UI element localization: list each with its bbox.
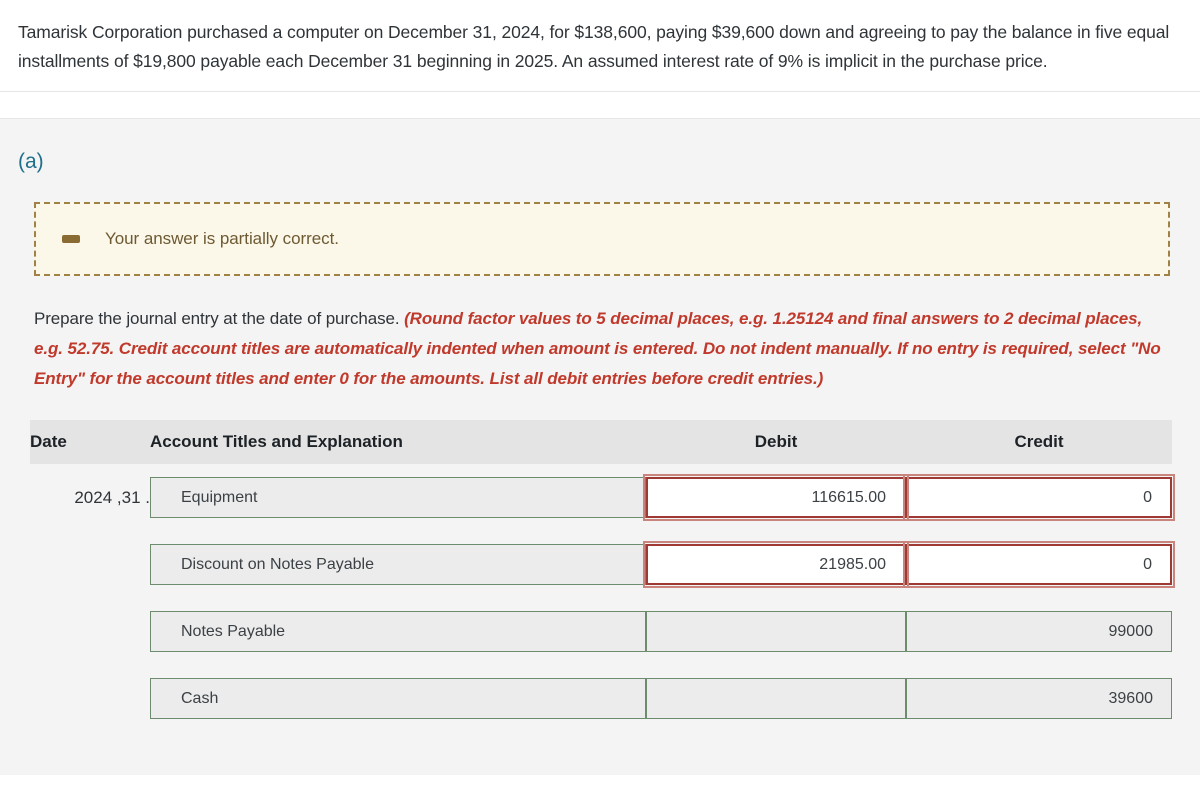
debit-cell-2	[643, 531, 909, 598]
entry-date-4	[30, 665, 150, 732]
problem-text: Tamarisk Corporation purchased a compute…	[18, 22, 1170, 71]
entry-date-1: . 31, 2024	[74, 487, 150, 507]
account-cell-4	[150, 665, 646, 732]
debit-amount-input-1[interactable]	[643, 474, 909, 521]
account-cell-3	[150, 598, 646, 665]
account-title-input-1[interactable]	[150, 477, 646, 518]
partially-correct-alert: Your answer is partially correct.	[34, 202, 1170, 276]
table-header-row: Date Account Titles and Explanation Debi…	[30, 420, 1172, 464]
debit-amount-input-2[interactable]	[643, 541, 909, 588]
debit-amount-input-4[interactable]	[646, 678, 906, 719]
problem-statement-section: Tamarisk Corporation purchased a compute…	[0, 0, 1200, 86]
table-row	[30, 598, 1172, 665]
column-header-credit: Credit	[906, 420, 1172, 464]
alert-message: Your answer is partially correct.	[105, 229, 339, 248]
part-label: (a)	[18, 150, 44, 173]
credit-amount-input-3[interactable]	[906, 611, 1172, 652]
account-title-input-3[interactable]	[150, 611, 646, 652]
credit-amount-input-4[interactable]	[906, 678, 1172, 719]
credit-cell-2	[903, 531, 1175, 598]
credit-amount-input-2[interactable]	[903, 541, 1175, 588]
white-spacer	[0, 92, 1200, 118]
table-header: Date Account Titles and Explanation Debi…	[30, 420, 1172, 464]
column-header-date: Date	[30, 420, 150, 464]
alert-wrapper: Your answer is partially correct.	[0, 172, 1200, 276]
credit-amount-input-1[interactable]	[903, 474, 1175, 521]
account-title-input-2[interactable]	[150, 544, 646, 585]
journal-entry-table-wrapper: Date Account Titles and Explanation Debi…	[30, 394, 1175, 732]
debit-cell-4	[646, 665, 906, 732]
account-cell-1	[150, 464, 646, 531]
debit-amount-input-3[interactable]	[646, 611, 906, 652]
debit-cell-3	[646, 598, 906, 665]
debit-cell-1	[643, 464, 909, 531]
table-row	[30, 665, 1172, 732]
partial-minus-icon	[62, 235, 80, 243]
entry-date-2	[30, 531, 150, 598]
instructions-main-text: Prepare the journal entry at the date of…	[34, 309, 400, 328]
table-row: . 31, 2024	[30, 464, 1175, 531]
account-title-input-4[interactable]	[150, 678, 646, 719]
credit-cell-3	[906, 598, 1172, 665]
instructions-block: Prepare the journal entry at the date of…	[0, 276, 1200, 394]
entry-date-3	[30, 598, 150, 665]
credit-cell-1	[903, 464, 1175, 531]
column-header-account: Account Titles and Explanation	[150, 420, 646, 464]
column-header-debit: Debit	[646, 420, 906, 464]
answer-section: (a) Your answer is partially correct. Pr…	[0, 119, 1200, 775]
credit-cell-4	[906, 665, 1172, 732]
table-row	[30, 531, 1175, 598]
account-cell-2	[150, 531, 646, 598]
table-body: . 31, 2024	[30, 464, 1175, 732]
journal-entry-table: Date Account Titles and Explanation Debi…	[30, 420, 1175, 732]
